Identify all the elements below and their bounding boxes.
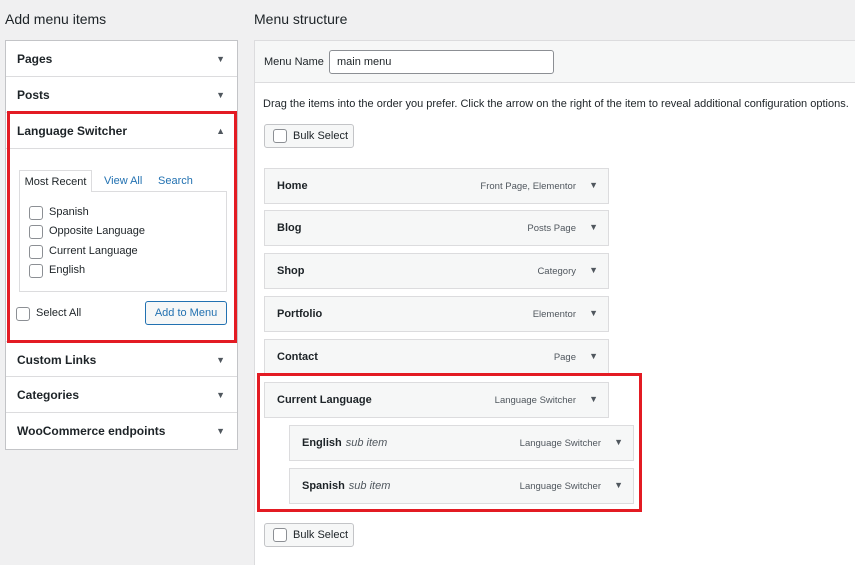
menu-item-shop[interactable]: Shop Category ▼ — [264, 253, 609, 289]
menu-item-spanish[interactable]: Spanish sub item Language Switcher ▼ — [289, 468, 634, 504]
menu-item-type: Elementor — [532, 309, 576, 320]
chevron-down-icon[interactable]: ▼ — [216, 90, 225, 100]
section-language-switcher-label: Language Switcher — [17, 124, 128, 138]
chevron-up-icon[interactable]: ▲ — [216, 126, 225, 136]
checkbox[interactable] — [273, 528, 287, 542]
menu-structure-panel: Menu Name main menu Drag the items into … — [254, 40, 855, 565]
select-all-label: Select All — [36, 307, 82, 319]
chevron-down-icon[interactable]: ▼ — [589, 180, 598, 190]
tab-search[interactable]: Search — [158, 170, 193, 192]
chevron-down-icon[interactable]: ▼ — [589, 308, 598, 318]
section-posts-label: Posts — [17, 88, 50, 102]
chevron-down-icon[interactable]: ▼ — [589, 351, 598, 361]
checkbox[interactable] — [273, 129, 287, 143]
chevron-down-icon[interactable]: ▼ — [589, 394, 598, 404]
chevron-down-icon[interactable]: ▼ — [589, 222, 598, 232]
menu-item-title: English sub item — [302, 437, 387, 449]
menu-item-title: Current Language — [277, 394, 372, 406]
add-menu-items-panel: Pages ▼ Posts ▼ Language Switcher ▲ Most… — [5, 40, 238, 450]
section-woocommerce-endpoints[interactable]: WooCommerce endpoints ▼ — [6, 413, 237, 449]
menu-item-home[interactable]: Home Front Page, Elementor ▼ — [264, 168, 609, 204]
chevron-down-icon[interactable]: ▼ — [216, 426, 225, 436]
section-custom-links-label: Custom Links — [17, 353, 97, 367]
menu-name-input[interactable]: main menu — [329, 50, 554, 74]
section-categories-label: Categories — [17, 388, 80, 402]
language-switcher-tabs: Most Recent View All Search Spanish Oppo… — [19, 170, 227, 292]
select-all-checkbox[interactable] — [16, 307, 30, 321]
tab-panel-most-recent: Spanish Opposite Language Current Langua… — [19, 191, 227, 292]
menu-item-type: Language Switcher — [494, 395, 576, 406]
menu-name-bar: Menu Name main menu — [255, 41, 855, 83]
chevron-down-icon[interactable]: ▼ — [614, 480, 623, 490]
menu-item-title: Shop — [277, 265, 305, 277]
chevron-down-icon[interactable]: ▼ — [614, 437, 623, 447]
section-pages[interactable]: Pages ▼ — [6, 41, 237, 77]
chevron-down-icon[interactable]: ▼ — [589, 265, 598, 275]
bulk-select-button-bottom[interactable]: Bulk Select — [264, 523, 354, 547]
section-woocommerce-endpoints-label: WooCommerce endpoints — [17, 424, 166, 438]
add-menu-items-title: Add menu items — [5, 11, 107, 27]
menu-item-english[interactable]: English sub item Language Switcher ▼ — [289, 425, 634, 461]
option-label: Opposite Language — [49, 225, 146, 237]
menu-item-sub-label: sub item — [348, 480, 391, 492]
menu-item-type: Front Page, Elementor — [480, 181, 576, 192]
menu-structure-title: Menu structure — [254, 11, 348, 27]
checkbox[interactable] — [29, 264, 43, 278]
menu-item-current-language[interactable]: Current Language Language Switcher ▼ — [264, 382, 609, 418]
menu-item-blog[interactable]: Blog Posts Page ▼ — [264, 210, 609, 246]
section-posts[interactable]: Posts ▼ — [6, 77, 237, 113]
instructions-text: Drag the items into the order you prefer… — [263, 98, 849, 110]
menu-item-portfolio[interactable]: Portfolio Elementor ▼ — [264, 296, 609, 332]
option-label: English — [49, 264, 86, 276]
chevron-down-icon[interactable]: ▼ — [216, 355, 225, 365]
option-label: Spanish — [49, 206, 89, 218]
menu-item-type: Language Switcher — [519, 481, 601, 492]
add-to-menu-button[interactable]: Add to Menu — [145, 301, 227, 325]
section-language-switcher[interactable]: Language Switcher ▲ — [6, 113, 237, 149]
section-categories[interactable]: Categories ▼ — [6, 377, 237, 413]
bulk-select-label: Bulk Select — [293, 130, 349, 142]
tab-most-recent[interactable]: Most Recent — [19, 170, 92, 192]
menu-item-title: Contact — [277, 351, 318, 363]
menu-item-contact[interactable]: Contact Page ▼ — [264, 339, 609, 375]
chevron-down-icon[interactable]: ▼ — [216, 390, 225, 400]
menu-item-title: Blog — [277, 222, 302, 234]
menu-item-type: Category — [537, 266, 576, 277]
tab-view-all[interactable]: View All — [104, 170, 142, 192]
checkbox[interactable] — [29, 245, 43, 259]
menu-item-type: Page — [553, 352, 576, 363]
menu-name-label: Menu Name — [264, 56, 324, 68]
bulk-select-label: Bulk Select — [293, 529, 349, 541]
menu-item-title: Portfolio — [277, 308, 323, 320]
menu-item-title: Spanish sub item — [302, 480, 390, 492]
menu-item-type: Language Switcher — [519, 438, 601, 449]
section-pages-label: Pages — [17, 52, 53, 66]
bulk-select-button-top[interactable]: Bulk Select — [264, 124, 354, 148]
section-custom-links[interactable]: Custom Links ▼ — [6, 341, 237, 377]
checkbox[interactable] — [29, 225, 43, 239]
menu-item-type: Posts Page — [527, 223, 576, 234]
menu-item-name: Spanish — [302, 480, 345, 492]
checkbox[interactable] — [29, 206, 43, 220]
menu-item-sub-label: sub item — [345, 437, 388, 449]
option-label: Current Language — [49, 245, 138, 257]
menu-item-title: Home — [277, 180, 308, 192]
menu-item-name: English — [302, 437, 342, 449]
chevron-down-icon[interactable]: ▼ — [216, 54, 225, 64]
